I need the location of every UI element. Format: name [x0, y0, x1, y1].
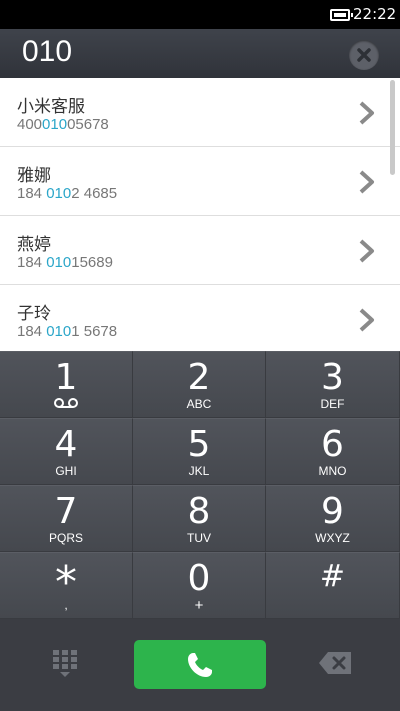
key-letters: MNO [318, 464, 347, 478]
contact-number: 40001005678 [17, 116, 109, 133]
clear-circle-icon [357, 48, 371, 62]
key-letters: , [64, 598, 68, 612]
contact-number: 184 0102 4685 [17, 185, 118, 202]
key-7[interactable]: 7 PQRS [0, 485, 133, 552]
contact-results-list[interactable]: 小米客服 40001005678 雅娜 184 0102 4685 燕婷 184… [0, 78, 400, 351]
contact-number: 184 01015689 [17, 254, 113, 271]
key-0[interactable]: 0 + [133, 552, 266, 619]
key-digit: 6 [321, 424, 344, 465]
contact-name: 燕婷 [17, 235, 51, 255]
dialer-action-bar [0, 619, 400, 711]
call-button[interactable] [134, 640, 266, 689]
key-letters: WXYZ [315, 531, 350, 545]
key-digit: 0 [187, 558, 211, 599]
list-scrollbar[interactable] [390, 80, 395, 175]
battery-icon [330, 9, 353, 21]
contact-name: 子玲 [17, 304, 51, 324]
key-2[interactable]: 2 ABC [133, 351, 266, 418]
key-5[interactable]: 5 JKL [133, 418, 266, 485]
voicemail-icon [54, 398, 78, 408]
key-6[interactable]: 6 MNO [266, 418, 400, 485]
key-3[interactable]: 3 DEF [266, 351, 400, 418]
key-letters: DEF [320, 397, 345, 411]
key-1[interactable]: 1 [0, 351, 133, 418]
chevron-right-icon[interactable] [357, 100, 377, 126]
dial-keypad: 1 2 ABC 3 DEF 4 GHI 5 JKL 6 MNO 7 PQRS 8… [0, 351, 400, 619]
key-letters: + [194, 597, 204, 614]
dialed-number-bar: 010 [0, 29, 400, 78]
key-digit: 5 [187, 424, 211, 465]
status-bar: 22:22 [0, 0, 400, 29]
contact-row[interactable]: 子玲 184 0101 5678 [0, 285, 400, 351]
key-letters: GHI [55, 464, 77, 478]
status-time: 22:22 [353, 5, 397, 23]
key-4[interactable]: 4 GHI [0, 418, 133, 485]
key-digit: 9 [321, 491, 344, 532]
contact-number: 184 0101 5678 [17, 323, 118, 340]
chevron-right-icon[interactable] [357, 169, 377, 195]
key-digit: 1 [54, 357, 78, 398]
contact-name: 小米客服 [17, 97, 85, 117]
key-letters: ABC [186, 397, 212, 411]
key-digit: 2 [187, 357, 211, 398]
contact-row[interactable]: 小米客服 40001005678 [0, 78, 400, 147]
dialpad-icon[interactable] [52, 649, 78, 679]
contact-name: 雅娜 [17, 166, 51, 186]
key-letters: TUV [187, 531, 211, 545]
contact-row[interactable]: 燕婷 184 01015689 [0, 216, 400, 285]
key-digit: # [319, 559, 346, 594]
backspace-icon[interactable] [318, 651, 352, 675]
key-digit: * [55, 557, 77, 608]
key-star[interactable]: * , [0, 552, 133, 619]
key-letters: PQRS [48, 531, 83, 545]
dialed-number: 010 [22, 35, 73, 68]
key-digit: 4 [54, 424, 78, 465]
key-digit: 3 [321, 357, 344, 398]
chevron-right-icon[interactable] [357, 238, 377, 264]
key-8[interactable]: 8 TUV [133, 485, 266, 552]
phone-icon [188, 653, 212, 677]
key-letters: JKL [188, 464, 210, 478]
clear-number-button[interactable] [349, 40, 379, 70]
chevron-right-icon[interactable] [357, 307, 377, 333]
key-digit: 7 [54, 491, 78, 532]
key-hash[interactable]: # [266, 552, 400, 619]
contact-row[interactable]: 雅娜 184 0102 4685 [0, 147, 400, 216]
key-9[interactable]: 9 WXYZ [266, 485, 400, 552]
key-digit: 8 [187, 491, 211, 532]
